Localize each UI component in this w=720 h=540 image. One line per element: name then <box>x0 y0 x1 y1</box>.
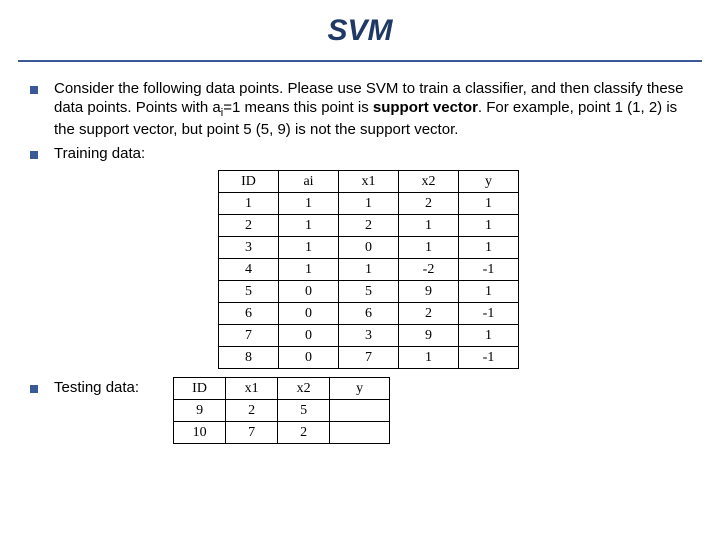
table-row: ID x1 x2 y <box>174 378 390 400</box>
b1-mid: =1 means this point is <box>223 99 373 116</box>
th-id: ID <box>219 171 279 193</box>
b1-bold: support vector <box>373 99 478 116</box>
table-row: ID ai x1 x2 y <box>219 171 519 193</box>
bullet-marker-icon <box>30 151 38 159</box>
table-row: 8071-1 <box>219 347 519 369</box>
th-x1: x1 <box>226 378 278 400</box>
training-table-area: ID ai x1 x2 y 11121 21211 31011 411-2-1 … <box>18 170 702 369</box>
bullet-2: Training data: <box>18 145 702 164</box>
th-ai: ai <box>279 171 339 193</box>
table-row: 6062-1 <box>219 303 519 325</box>
th-y: y <box>459 171 519 193</box>
bullet-1: Consider the following data points. Plea… <box>18 80 702 139</box>
training-table: ID ai x1 x2 y 11121 21211 31011 411-2-1 … <box>218 170 519 369</box>
th-x2: x2 <box>399 171 459 193</box>
th-id: ID <box>174 378 226 400</box>
table-row: 411-2-1 <box>219 259 519 281</box>
th-y: y <box>330 378 390 400</box>
bullet-2-text: Training data: <box>54 145 702 164</box>
bullet-marker-icon <box>30 385 38 393</box>
bullet-3: Testing data: ID x1 x2 y 925 1072 <box>18 379 702 444</box>
title-underline <box>18 60 702 62</box>
bullet-marker-icon <box>30 86 38 94</box>
table-row: 925 <box>174 400 390 422</box>
bullet-3-text: Testing data: <box>54 379 139 398</box>
table-row: 11121 <box>219 193 519 215</box>
th-x2: x2 <box>278 378 330 400</box>
th-x1: x1 <box>339 171 399 193</box>
bullet-1-text: Consider the following data points. Plea… <box>54 80 702 139</box>
slide-title: SVM <box>0 0 720 60</box>
testing-table: ID x1 x2 y 925 1072 <box>173 377 390 444</box>
table-row: 70391 <box>219 325 519 347</box>
table-row: 21211 <box>219 215 519 237</box>
slide-content: Consider the following data points. Plea… <box>0 80 720 444</box>
table-row: 31011 <box>219 237 519 259</box>
table-row: 50591 <box>219 281 519 303</box>
table-row: 1072 <box>174 422 390 444</box>
